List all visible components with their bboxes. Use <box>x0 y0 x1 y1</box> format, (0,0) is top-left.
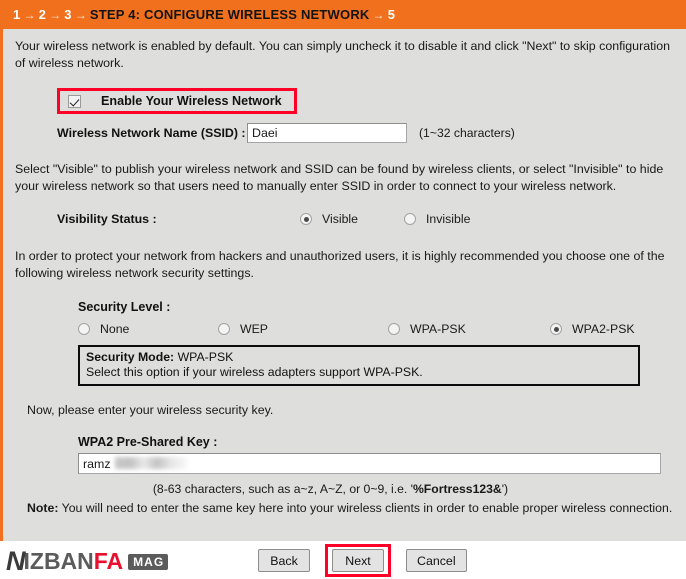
note-text: You will need to enter the same key here… <box>58 501 673 515</box>
next-button[interactable]: Next <box>332 549 384 572</box>
breadcrumb-step-5[interactable]: 5 <box>388 7 395 22</box>
wep-label: WEP <box>240 322 269 336</box>
ssid-hint: (1~32 characters) <box>419 126 515 140</box>
security-mode-title-label: Security Mode: <box>86 350 175 364</box>
ssid-label: Wireless Network Name (SSID) : <box>57 126 246 140</box>
visibility-status-row: Visibility Status : Visible Invisible <box>57 212 674 226</box>
visibility-option-invisible[interactable]: Invisible <box>404 212 470 226</box>
cancel-button[interactable]: Cancel <box>406 549 467 572</box>
none-label: None <box>100 322 130 336</box>
breadcrumb-current-step: STEP 4: CONFIGURE WIRELESS NETWORK <box>89 7 370 22</box>
wizard-content-panel: Your wireless network is enabled by defa… <box>0 29 686 541</box>
invisible-radio[interactable] <box>404 213 417 225</box>
security-level-radio-group: None WEP WPA-PSK WPA2-PSK <box>78 322 638 336</box>
logo-text-red: FA <box>93 548 124 574</box>
breadcrumb-arrow-icon: → <box>74 8 87 22</box>
security-option-wep[interactable]: WEP <box>218 322 388 336</box>
breadcrumb-arrow-icon: → <box>372 8 385 22</box>
wireless-setup-wizard-page: 1 → 2 → 3 → STEP 4: CONFIGURE WIRELESS NETWORK… <box>0 0 686 579</box>
enable-wireless-checkbox[interactable] <box>68 94 81 108</box>
preshared-key-label: WPA2 Pre-Shared Key : <box>78 435 218 449</box>
intro-paragraph: Your wireless network is enabled by defa… <box>15 39 671 70</box>
breadcrumb: 1 → 2 → 3 → STEP 4: CONFIGURE WIRELESS NETWORK… <box>13 7 395 22</box>
security-level-label: Security Level : <box>78 300 171 314</box>
ssid-input[interactable] <box>247 123 407 143</box>
security-mode-box: Security Mode: WPA-PSK Select this optio… <box>78 345 640 386</box>
security-key-intro: Now, please enter your wireless security… <box>27 403 274 417</box>
breadcrumb-step-3[interactable]: 3 <box>64 7 71 22</box>
enable-wireless-label: Enable Your Wireless Network <box>101 94 282 108</box>
logo-badge-mag: MAG <box>128 553 169 570</box>
preshared-key-input-wrap <box>78 453 661 474</box>
wep-radio[interactable] <box>218 323 230 335</box>
wizard-button-row: Back Next Cancel <box>258 544 467 577</box>
security-mode-title: Security Mode: WPA-PSK <box>86 350 632 365</box>
back-button[interactable]: Back <box>258 549 310 572</box>
wireless-note: Note: You will need to enter the same ke… <box>27 501 674 515</box>
wpa-psk-label: WPA-PSK <box>410 322 466 336</box>
security-mode-title-value: WPA-PSK <box>177 350 234 364</box>
key-hint-part-b: ') <box>501 482 509 496</box>
key-hint-part-a: (8-63 characters, such as a~z, A~Z, or 0… <box>152 482 413 496</box>
security-paragraph: In order to protect your network from ha… <box>15 249 665 280</box>
visibility-option-visible[interactable]: Visible <box>300 212 358 226</box>
wpa2-psk-label: WPA2-PSK <box>572 322 635 336</box>
visibility-status-label: Visibility Status : <box>57 212 157 226</box>
security-mode-description: Select this option if your wireless adap… <box>86 365 423 379</box>
ssid-row: Wireless Network Name (SSID) : (1~32 cha… <box>57 123 674 143</box>
invisible-label: Invisible <box>426 212 471 226</box>
note-label: Note: <box>27 501 59 515</box>
wpa2-psk-radio[interactable] <box>550 323 562 335</box>
preshared-key-hint: (8-63 characters, such as a~z, A~Z, or 0… <box>15 482 674 496</box>
enable-wireless-network-row[interactable]: Enable Your Wireless Network <box>57 88 297 114</box>
logo-letter-n: N <box>6 546 25 576</box>
visible-radio[interactable] <box>300 213 312 225</box>
nizbanfa-logo: N IZBAN FA MAG <box>6 546 169 576</box>
security-option-wpa2-psk[interactable]: WPA2-PSK <box>550 322 635 336</box>
key-hint-example: %Fortress123& <box>412 482 502 496</box>
wizard-step-header: 1 → 2 → 3 → STEP 4: CONFIGURE WIRELESS NETWORK… <box>0 0 686 29</box>
breadcrumb-arrow-icon: → <box>49 8 62 22</box>
preshared-key-input[interactable] <box>78 453 661 474</box>
visibility-paragraph: Select "Visible" to publish your wireles… <box>15 162 664 193</box>
wpa-psk-radio[interactable] <box>388 323 400 335</box>
none-radio[interactable] <box>78 323 90 335</box>
breadcrumb-step-2[interactable]: 2 <box>39 7 46 22</box>
next-button-highlight: Next <box>325 544 391 577</box>
security-option-wpa-psk[interactable]: WPA-PSK <box>388 322 550 336</box>
visible-label: Visible <box>322 212 359 226</box>
logo-text-gray: IZBAN <box>23 548 94 574</box>
breadcrumb-arrow-icon: → <box>23 8 36 22</box>
security-option-none[interactable]: None <box>78 322 218 336</box>
